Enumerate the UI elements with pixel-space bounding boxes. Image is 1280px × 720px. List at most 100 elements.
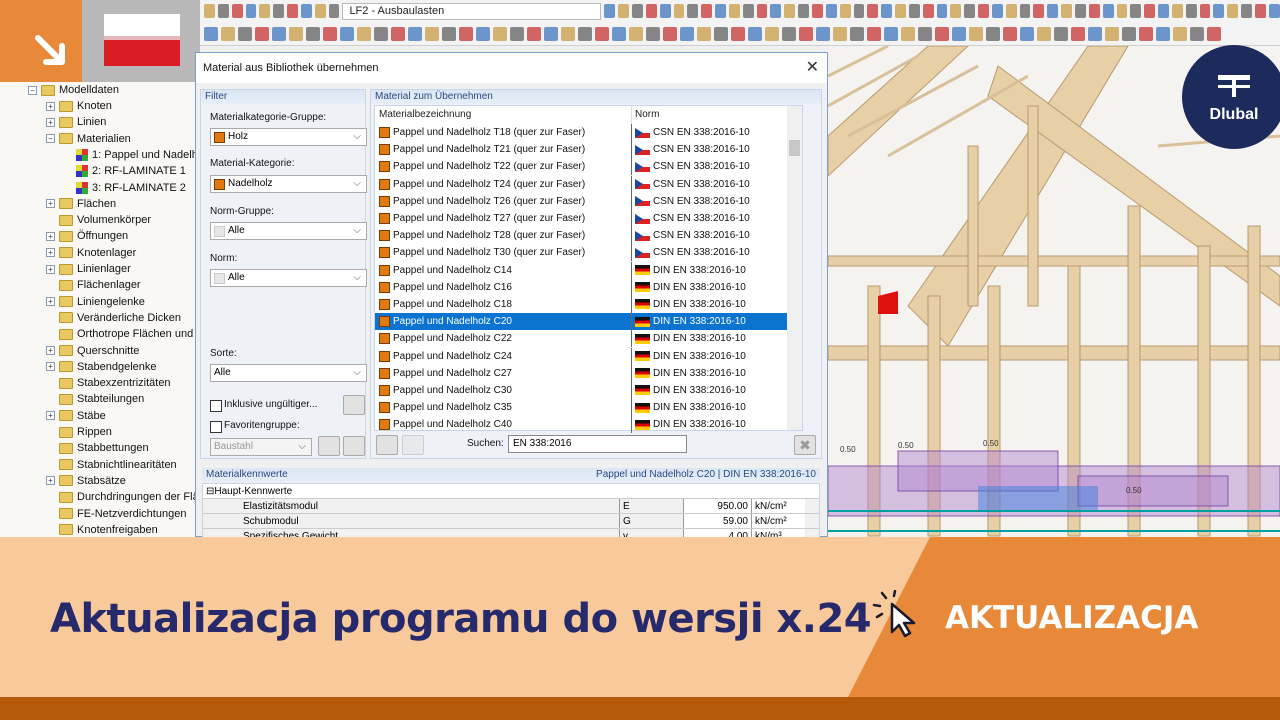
table-row[interactable]: Pappel und Nadelholz T24 (quer zur Faser… bbox=[375, 175, 802, 193]
tree-item[interactable]: FE-Netzverdichtungen bbox=[46, 506, 186, 522]
toolbar-button-icon[interactable] bbox=[811, 4, 823, 18]
expand-icon[interactable]: + bbox=[46, 346, 55, 355]
col-header-name[interactable]: Materialbezeichnung bbox=[375, 106, 632, 124]
loadcase-select[interactable]: LF2 - Ausbaulasten bbox=[342, 2, 602, 20]
sort-select[interactable]: Alle ⌵ bbox=[210, 364, 367, 382]
toolbar-button-icon[interactable] bbox=[1139, 27, 1153, 41]
toolbar-button-icon[interactable] bbox=[287, 4, 298, 18]
tree-item[interactable]: + Linien bbox=[46, 114, 106, 130]
toolbar-button-icon[interactable] bbox=[1019, 4, 1031, 18]
toolbar-button-icon[interactable] bbox=[1144, 4, 1156, 18]
toolbar-button-icon[interactable] bbox=[756, 4, 768, 18]
tree-item[interactable]: + Stabendgelenke bbox=[46, 359, 157, 375]
toolbar-button-icon[interactable] bbox=[578, 27, 592, 41]
edit-material-button[interactable] bbox=[402, 435, 424, 455]
expand-icon[interactable]: + bbox=[46, 117, 55, 127]
toolbar-button-icon[interactable] bbox=[391, 27, 405, 41]
tree-item[interactable]: Knotenfreigaben bbox=[46, 522, 158, 537]
library-button[interactable] bbox=[343, 395, 365, 415]
tree-item[interactable]: 3: RF-LAMINATE 2 bbox=[76, 180, 186, 196]
tree-root[interactable]: − Modelldaten bbox=[28, 82, 119, 98]
toolbar-button-icon[interactable] bbox=[895, 4, 906, 18]
toolbar-button-icon[interactable] bbox=[1190, 27, 1204, 41]
toolbar-button-icon[interactable] bbox=[255, 27, 269, 41]
toolbar-button-icon[interactable] bbox=[901, 27, 915, 41]
toolbar-button-icon[interactable] bbox=[259, 4, 271, 18]
expand-icon[interactable]: + bbox=[46, 297, 55, 307]
toolbar-button-icon[interactable] bbox=[340, 27, 354, 41]
material-group-select[interactable]: Holz ⌵ bbox=[210, 128, 367, 146]
toolbar-button-icon[interactable] bbox=[1122, 27, 1136, 41]
collapse-icon[interactable]: − bbox=[46, 134, 55, 144]
toolbar-button-icon[interactable] bbox=[922, 4, 934, 18]
toolbar-button-icon[interactable] bbox=[493, 27, 507, 41]
expand-icon[interactable]: + bbox=[46, 411, 55, 421]
tree-item[interactable]: + Knotenlager bbox=[46, 245, 136, 261]
toolbar-button-icon[interactable] bbox=[881, 4, 893, 18]
toolbar-button-icon[interactable] bbox=[680, 27, 694, 41]
toolbar-button-icon[interactable] bbox=[784, 4, 796, 18]
toolbar-button-icon[interactable] bbox=[1047, 4, 1059, 18]
toolbar-button-icon[interactable] bbox=[952, 27, 966, 41]
table-row[interactable]: Pappel und Nadelholz T21 (quer zur Faser… bbox=[375, 141, 802, 159]
toolbar-button-icon[interactable] bbox=[782, 27, 796, 41]
toolbar-button-icon[interactable] bbox=[1005, 4, 1017, 18]
tree-item[interactable]: + Öffnungen bbox=[46, 228, 128, 244]
tree-item[interactable]: 1: Pappel und Nadelh bbox=[76, 147, 198, 163]
table-row[interactable]: Pappel und Nadelholz C16 DIN EN 338:2016-… bbox=[375, 278, 802, 296]
toolbar-button-icon[interactable] bbox=[632, 4, 643, 18]
toolbar-button-icon[interactable] bbox=[1207, 27, 1221, 41]
toolbar-button-icon[interactable] bbox=[969, 27, 983, 41]
toolbar-button-icon[interactable] bbox=[1105, 27, 1119, 41]
toolbar-button-icon[interactable] bbox=[289, 27, 303, 41]
toolbar-button-icon[interactable] bbox=[950, 4, 962, 18]
material-category-select[interactable]: Nadelholz ⌵ bbox=[210, 175, 367, 193]
toolbar-button-icon[interactable] bbox=[425, 27, 439, 41]
toolbar-button-icon[interactable] bbox=[323, 27, 337, 41]
toolbar-button-icon[interactable] bbox=[1171, 4, 1183, 18]
toolbar-button-icon[interactable] bbox=[1061, 4, 1073, 18]
toolbar-button-icon[interactable] bbox=[798, 4, 809, 18]
tree-item[interactable]: Veränderliche Dicken bbox=[46, 310, 181, 326]
toolbar-button-icon[interactable] bbox=[884, 27, 898, 41]
toolbar-button-icon[interactable] bbox=[442, 27, 456, 41]
toolbar-button-icon[interactable] bbox=[300, 4, 312, 18]
edit-favorite-button[interactable] bbox=[343, 436, 365, 456]
table-row[interactable]: Pappel und Nadelholz C18 DIN EN 338:2016-… bbox=[375, 295, 802, 313]
toolbar-button-icon[interactable] bbox=[204, 4, 215, 18]
toolbar-button-icon[interactable] bbox=[687, 4, 699, 18]
toolbar-button-icon[interactable] bbox=[799, 27, 813, 41]
toolbar-button-icon[interactable] bbox=[850, 27, 864, 41]
group-row[interactable]: ⊟ Haupt-Kennwerte bbox=[203, 484, 819, 499]
table-row[interactable]: Pappel und Nadelholz C40 DIN EN 338:2016-… bbox=[375, 416, 802, 434]
toolbar-button-icon[interactable] bbox=[476, 27, 490, 41]
toolbar-button-icon[interactable] bbox=[986, 27, 1000, 41]
table-row[interactable]: Pappel und Nadelholz C14 DIN EN 338:2016-… bbox=[375, 261, 802, 279]
toolbar-button-icon[interactable] bbox=[527, 27, 541, 41]
toolbar-button-icon[interactable] bbox=[1199, 4, 1211, 18]
toolbar-button-icon[interactable] bbox=[853, 4, 865, 18]
toolbar-button-icon[interactable] bbox=[991, 4, 1003, 18]
toolbar-button-icon[interactable] bbox=[1116, 4, 1128, 18]
tree-item[interactable]: − Materialien bbox=[46, 131, 131, 147]
toolbar-button-icon[interactable] bbox=[618, 4, 630, 18]
toolbar-button-icon[interactable] bbox=[908, 4, 920, 18]
search-input[interactable]: EN 338:2016 bbox=[508, 435, 687, 453]
toolbar-button-icon[interactable] bbox=[646, 27, 660, 41]
tree-item[interactable]: + Linienlager bbox=[46, 261, 131, 277]
toolbar-button-icon[interactable] bbox=[1088, 4, 1100, 18]
toolbar-button-icon[interactable] bbox=[936, 4, 948, 18]
property-row[interactable]: Spezifisches Gewicht γ 4.00 kN/m³ bbox=[203, 529, 819, 537]
toolbar-button-icon[interactable] bbox=[748, 27, 762, 41]
toolbar-button-icon[interactable] bbox=[595, 27, 609, 41]
toolbar-button-icon[interactable] bbox=[612, 27, 626, 41]
toolbar-button-icon[interactable] bbox=[935, 27, 949, 41]
tree-item[interactable]: + Knoten bbox=[46, 98, 112, 114]
expand-icon[interactable]: + bbox=[46, 231, 55, 241]
favorites-select[interactable]: Baustahl ⌵ bbox=[210, 438, 312, 456]
toolbar-button-icon[interactable] bbox=[238, 27, 252, 41]
table-row[interactable]: Pappel und Nadelholz T26 (quer zur Faser… bbox=[375, 192, 802, 210]
toolbar-button-icon[interactable] bbox=[357, 27, 371, 41]
norm-group-select[interactable]: Alle ⌵ bbox=[210, 222, 367, 240]
toolbar-button-icon[interactable] bbox=[697, 27, 711, 41]
